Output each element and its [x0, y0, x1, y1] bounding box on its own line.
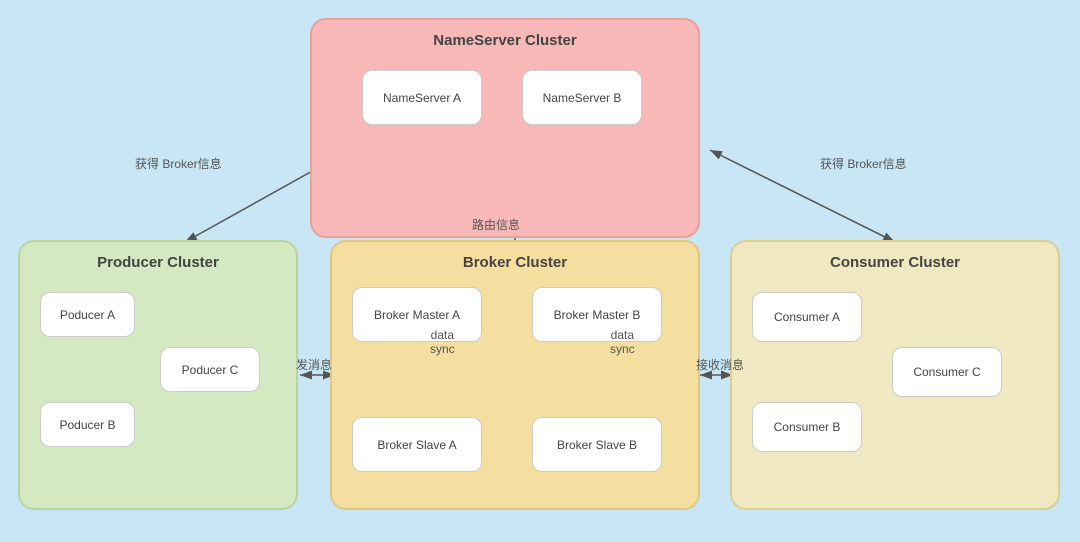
producer-cluster-title: Producer Cluster [32, 254, 284, 271]
broker-slave-a-node: Broker Slave A [352, 417, 482, 472]
broker-cluster: Broker Cluster Broker Master A Broker Ma… [330, 240, 700, 510]
producer-c-node: Poducer C [160, 347, 260, 392]
nameserver-cluster-title: NameServer Cluster [324, 32, 686, 49]
consumer-b-node: Consumer B [752, 402, 862, 452]
consumer-cluster: Consumer Cluster Consumer A Consumer B C… [730, 240, 1060, 510]
broker-cluster-title: Broker Cluster [344, 254, 686, 271]
data-sync-left-label: data sync [430, 328, 455, 356]
nameserver-b-node: NameServer B [522, 70, 642, 125]
route-info-label: 路由信息 [472, 216, 520, 233]
get-broker-left-label: 获得 Broker信息 [135, 155, 222, 172]
broker-master-a-node: Broker Master A [352, 287, 482, 342]
consumer-c-node: Consumer C [892, 347, 1002, 397]
send-msg-label: 发消息 [296, 356, 332, 373]
get-broker-right-label: 获得 Broker信息 [820, 155, 907, 172]
nameserver-cluster: NameServer Cluster NameServer A NameServ… [310, 18, 700, 238]
producer-a-node: Poducer A [40, 292, 135, 337]
producer-cluster: Producer Cluster Poducer A Poducer B Pod… [18, 240, 298, 510]
data-sync-right-label: data sync [610, 328, 635, 356]
consumer-cluster-title: Consumer Cluster [744, 254, 1046, 271]
broker-slave-b-node: Broker Slave B [532, 417, 662, 472]
consumer-a-node: Consumer A [752, 292, 862, 342]
broker-master-b-node: Broker Master B [532, 287, 662, 342]
receive-msg-label: 接收消息 [696, 356, 744, 373]
producer-b-node: Poducer B [40, 402, 135, 447]
nameserver-a-node: NameServer A [362, 70, 482, 125]
